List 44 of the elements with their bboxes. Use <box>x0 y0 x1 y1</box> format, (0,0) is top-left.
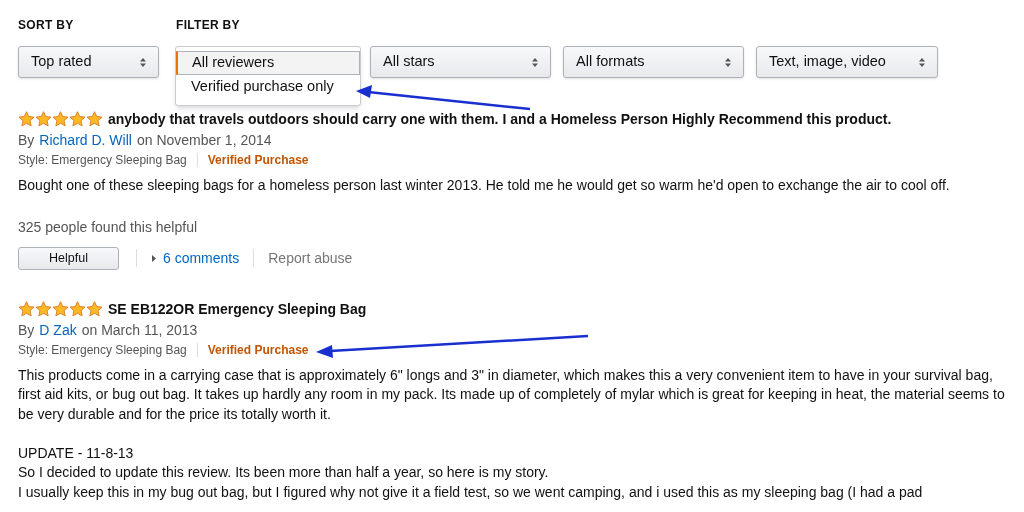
review-text: I usually keep this in my bug out bag, but I figured why not give it a field test, so we went camping, and i used this as my sleeping bag (I had a pad <box>18 482 924 502</box>
verified-purchase-label: Verified Purchase <box>207 341 309 358</box>
star-icon <box>69 300 86 317</box>
star-icon <box>86 111 103 127</box>
star-icon <box>86 300 103 317</box>
star-icon <box>35 111 52 127</box>
comments-link[interactable]: 6 comments <box>152 247 240 269</box>
review-text: This products come in a carrying case that is approximately 6" longs and 3" in diameter, which makes this a very convenient item to have in your survival bag, first aid kits, or bug out bag. It takes up hardly any room in my pack. Its made up of completely of mylar which is great for keeping in heat, the material seems to be very durable and for the price its totally worth it. <box>18 365 1006 424</box>
sort-caret-icon <box>532 57 538 67</box>
author-link[interactable]: Richard D. Will <box>39 131 132 149</box>
sort-label: SORT BY <box>18 17 75 32</box>
review-title[interactable]: anybody that travels outdoors should carry one with them. I and a Homeless Person Highly Recommend this product. <box>108 110 892 128</box>
review-text: UPDATE - 11-8-13 <box>18 443 135 463</box>
star-icon <box>18 300 35 317</box>
expand-triangle-icon <box>152 254 156 262</box>
style-label: Style: Emergency Sleeping Bag <box>18 152 187 168</box>
verified-purchase-label: Verified Purchase <box>207 152 309 168</box>
helpful-count: 325 people found this helpful <box>18 217 199 237</box>
dropdown-option[interactable]: Verified purchase only <box>176 75 360 99</box>
select-dropdown[interactable]: All stars <box>370 46 551 78</box>
dropdown-option[interactable]: All reviewers <box>176 51 360 75</box>
star-icon <box>35 300 52 317</box>
sort-caret-icon <box>140 57 146 67</box>
review-date: on November 1, 2014 <box>136 131 272 149</box>
by-label: By <box>18 320 35 339</box>
select-dropdown[interactable]: Top rated <box>18 46 159 78</box>
star-icon <box>52 111 69 127</box>
sort-caret-icon <box>919 57 925 67</box>
review-text: Bought one of these sleeping bags for a homeless person last winter 2013. He told me he would get so warm he'd open to exchange the air to cool off. <box>18 176 951 195</box>
report-abuse-link[interactable]: Report abuse <box>268 247 353 269</box>
review-date: on March 11, 2013 <box>81 320 198 339</box>
star-icon <box>18 111 35 127</box>
star-icon <box>69 111 86 127</box>
helpful-button[interactable]: Helpful <box>18 246 119 270</box>
select-dropdown[interactable]: All formats <box>563 46 744 78</box>
star-icon <box>52 300 69 317</box>
sort-caret-icon <box>725 57 731 67</box>
author-link[interactable]: D Zak <box>39 320 77 339</box>
filter-label: FILTER BY <box>176 17 240 32</box>
style-label: Style: Emergency Sleeping Bag <box>18 341 187 358</box>
review-title[interactable]: SE EB122OR Emergency Sleeping Bag <box>108 299 367 318</box>
select-dropdown[interactable]: Text, image, video <box>756 46 938 78</box>
review-text: So I decided to update this review. Its been more than half a year, so here is my story. <box>18 463 550 482</box>
by-label: By <box>18 131 35 149</box>
